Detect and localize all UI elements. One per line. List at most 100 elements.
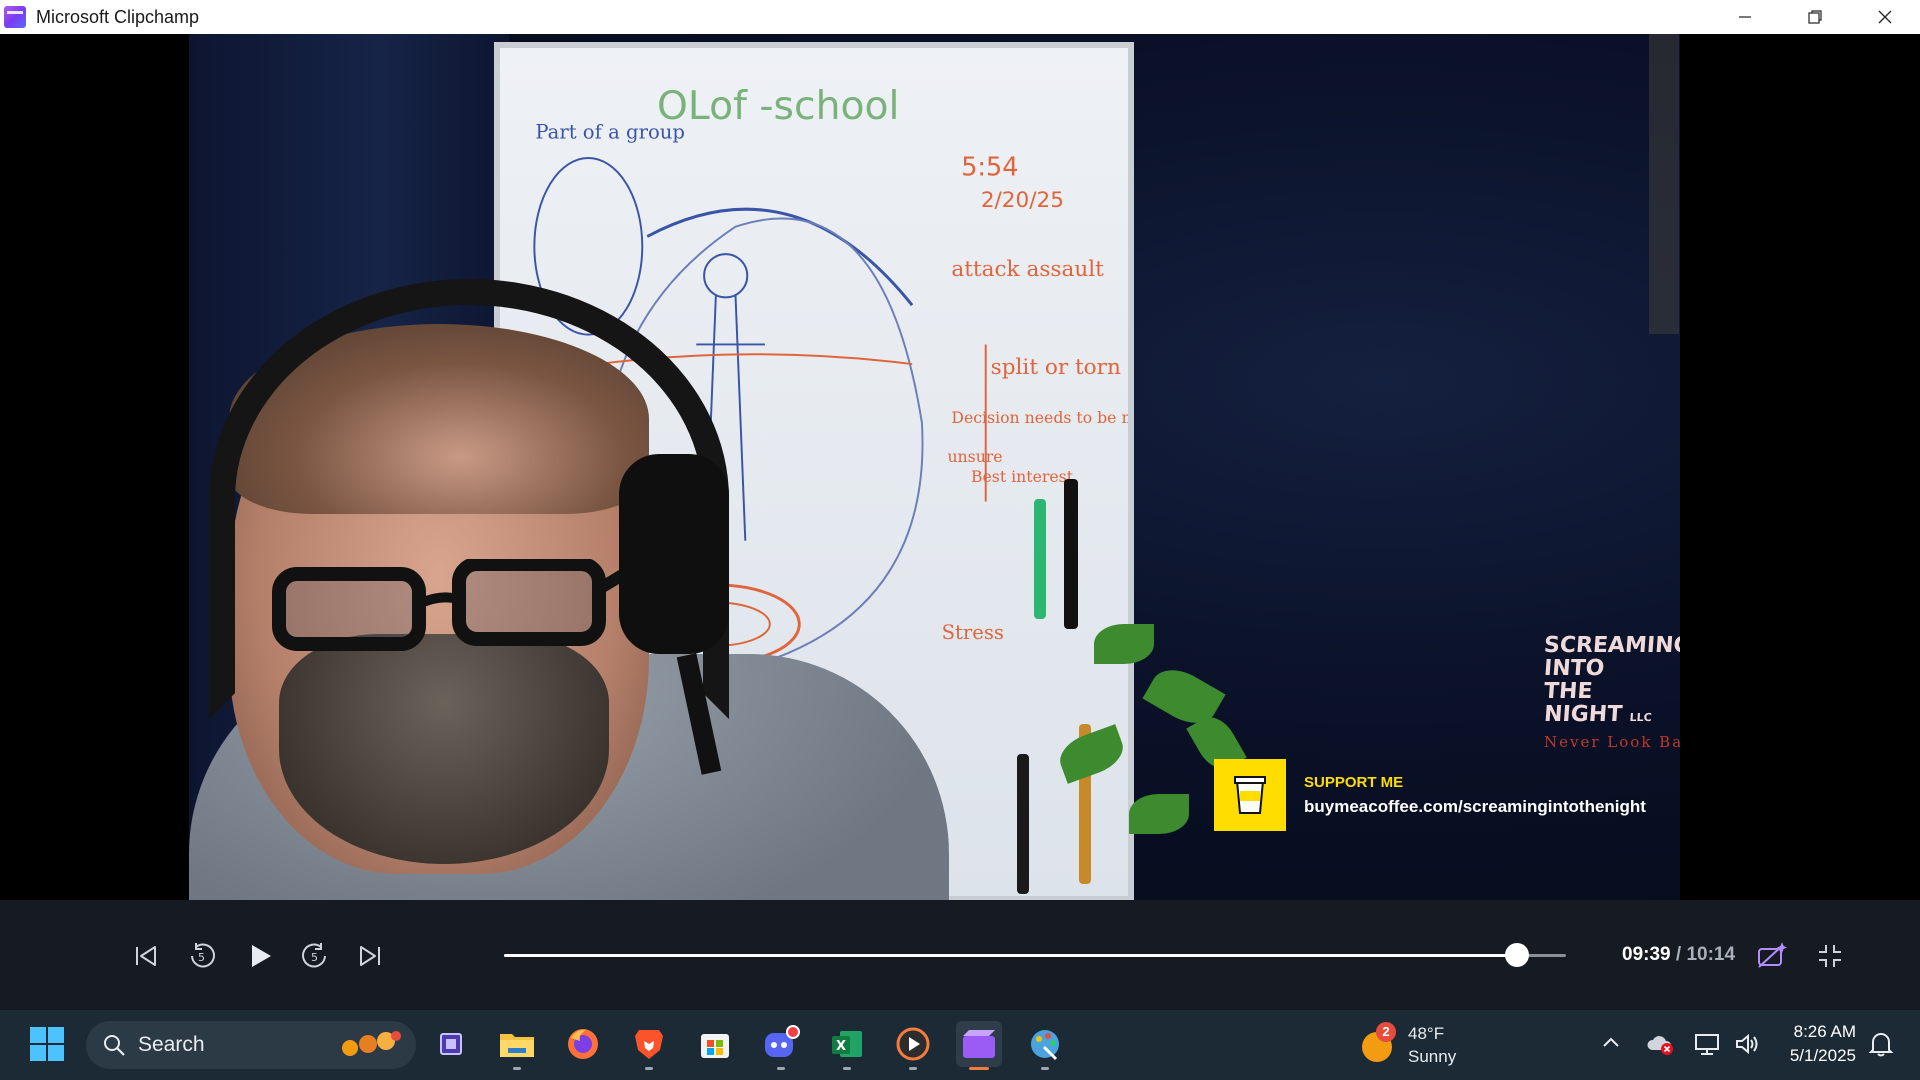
active-indicator [969, 1067, 989, 1070]
search-placeholder: Search [138, 1033, 205, 1056]
seek-bar-thumb[interactable] [1505, 943, 1530, 967]
start-button[interactable] [24, 1021, 70, 1067]
clipchamp-icon [963, 1030, 995, 1058]
video-frame: OLof -school Part of a group 5:54 2/20/2… [189, 34, 1680, 900]
logo-tagline: Never Look Ba [1544, 733, 1680, 751]
taskbar-firefox[interactable] [560, 1021, 606, 1067]
brave-lion-icon [635, 1030, 663, 1059]
background-pole [1649, 34, 1679, 334]
network-icon [1695, 1034, 1719, 1055]
weather-badge: 2 [1376, 1022, 1396, 1042]
discord-icon [765, 1025, 800, 1057]
running-indicator [645, 1067, 653, 1070]
windows-start-icon [30, 1027, 64, 1061]
taskbar-microsoft-store[interactable] [692, 1021, 738, 1067]
whiteboard-title: OLof -school [657, 84, 899, 129]
whiteboard-note-split: split or torn [991, 355, 1121, 380]
forward-5-button[interactable]: 5 [295, 936, 335, 976]
taskbar-excel[interactable]: X [824, 1021, 870, 1070]
onedrive-status[interactable] [1646, 1032, 1674, 1061]
time-separator: / [1675, 944, 1682, 965]
logo-line-4-text: NIGHT [1543, 702, 1624, 727]
headphone-cup [619, 454, 729, 654]
sparkle-camera-off-icon [1758, 942, 1787, 968]
skip-forward-button[interactable] [350, 936, 390, 976]
volume-button[interactable] [1734, 1032, 1760, 1061]
logo-line-1: SCREAMING [1543, 633, 1680, 658]
whiteboard-note-unsure: unsure [947, 447, 1002, 466]
support-overlay: SUPPORT ME buymeacoffee.com/screamingint… [1214, 759, 1646, 831]
whiteboard-note-attack: attack assault [951, 257, 1104, 282]
support-title: SUPPORT ME [1304, 773, 1404, 791]
whiteboard-note-group: Part of a group [535, 120, 685, 143]
minimize-button[interactable] [1710, 0, 1780, 34]
forward-5-icon: 5 [302, 943, 326, 968]
taskbar-brave[interactable] [626, 1021, 672, 1070]
chip-icon [440, 1033, 462, 1055]
taskbar: Search X 2 48°F Sunny 8:26 AM 5/1/2025 [0, 1010, 1920, 1080]
media-player-icon [896, 1027, 930, 1061]
clock[interactable]: 8:26 AM 5/1/2025 [1770, 1020, 1856, 1068]
skip-back-button[interactable] [126, 936, 166, 976]
video-preview[interactable]: OLof -school Part of a group 5:54 2/20/2… [0, 34, 1920, 900]
forward-5-label: 5 [311, 951, 318, 964]
current-time: 09:39 [1622, 944, 1671, 965]
rewind-5-icon: 5 [191, 943, 215, 968]
speaker-icon [1736, 1033, 1758, 1055]
sun-icon: 2 [1362, 1022, 1396, 1062]
window-title: Microsoft Clipchamp [36, 6, 200, 27]
play-button[interactable] [240, 936, 280, 976]
close-button[interactable] [1850, 0, 1920, 34]
time-display: 09:39 / 10:14 [1622, 944, 1735, 966]
skip-back-icon [136, 946, 156, 966]
running-indicator [843, 1067, 851, 1070]
taskbar-media-player[interactable] [890, 1021, 936, 1070]
clipchamp-app-icon [4, 6, 26, 28]
weather-condition: Sunny [1408, 1047, 1457, 1066]
rewind-5-button[interactable]: 5 [182, 936, 222, 976]
svg-text:X: X [836, 1039, 846, 1054]
seek-bar[interactable] [504, 943, 1566, 967]
paint-palette-icon [1031, 1030, 1059, 1061]
minimize-icon [1739, 16, 1751, 18]
running-indicator [513, 1067, 521, 1070]
taskbar-search[interactable]: Search [86, 1021, 416, 1069]
folder-icon [500, 1034, 534, 1057]
taskbar-clipchamp[interactable] [956, 1021, 1002, 1070]
notifications-button[interactable] [1868, 1030, 1894, 1063]
rewind-5-label: 5 [198, 951, 205, 964]
whiteboard-date: 2/20/25 [981, 188, 1064, 213]
player-controls: 5 5 09:39 / 10:14 [0, 900, 1920, 1010]
logo-line-2: INTO [1543, 656, 1606, 681]
running-indicator [909, 1067, 917, 1070]
clock-time: 8:26 AM [1793, 1022, 1856, 1041]
running-indicator [777, 1067, 785, 1070]
network-button[interactable] [1694, 1032, 1720, 1061]
notification-bell-icon [1868, 1033, 1894, 1057]
window-controls [1710, 0, 1920, 34]
restore-button[interactable] [1780, 0, 1850, 34]
coffee-cup-icon [1214, 759, 1286, 831]
store-icon [701, 1034, 729, 1058]
clock-date: 5/1/2025 [1789, 1046, 1856, 1065]
weather-widget[interactable]: 2 48°F Sunny [1362, 1020, 1456, 1070]
taskbar-discord[interactable] [758, 1021, 804, 1070]
close-icon [1878, 10, 1892, 24]
logo-line-3: THE [1543, 679, 1594, 704]
taskbar-paint[interactable] [1022, 1021, 1068, 1070]
firefox-icon [568, 1029, 598, 1059]
logo-suffix: LLC [1629, 711, 1653, 724]
whiteboard-note-decision: Decision needs to be made [951, 408, 1128, 427]
show-hidden-icons-button[interactable] [1600, 1032, 1622, 1059]
exit-fullscreen-icon [1819, 945, 1841, 967]
whiteboard-time: 5:54 [961, 153, 1018, 183]
support-url: buymeacoffee.com/screamingintothenight [1304, 796, 1646, 816]
excel-icon: X [832, 1031, 862, 1057]
seek-bar-fill [504, 954, 1518, 957]
taskbar-file-explorer[interactable] [494, 1021, 540, 1070]
running-indicator [1041, 1067, 1049, 1070]
play-icon [252, 945, 271, 967]
ai-enhance-button[interactable] [1752, 936, 1792, 976]
exit-fullscreen-button[interactable] [1810, 936, 1850, 976]
taskbar-app-cpu[interactable] [428, 1021, 474, 1067]
